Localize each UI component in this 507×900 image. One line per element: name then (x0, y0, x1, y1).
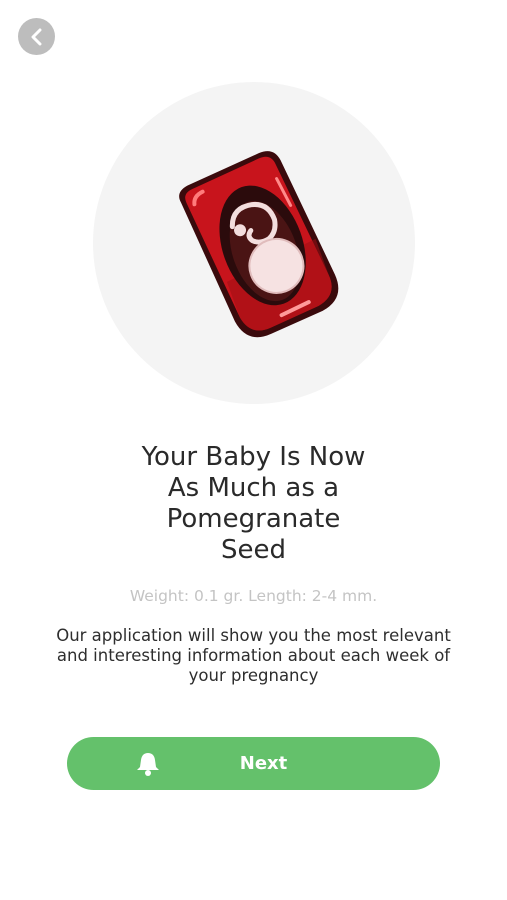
description-line-1: Our application will show you the most r… (56, 626, 451, 645)
description-text: Our application will show you the most r… (20, 626, 487, 686)
pomegranate-seed-illustration (179, 151, 339, 338)
description-line-3: your pregnancy (188, 666, 319, 685)
next-button[interactable]: Next (67, 737, 440, 790)
description-line-2: and interesting information about each w… (56, 646, 451, 665)
title-line-1: Your Baby Is Now (141, 442, 366, 472)
baby-measurements: Weight: 0.1 gr. Length: 2-4 mm. (129, 587, 378, 605)
title-line-4: Seed (221, 535, 286, 565)
next-button-label: Next (239, 753, 288, 774)
chevron-left-icon (31, 28, 41, 45)
title-line-3: Pomegranate (166, 504, 341, 534)
page-title: Your Baby Is Now As Much as a Pomegranat… (0, 442, 507, 566)
back-button[interactable] (18, 18, 55, 55)
title-line-2: As Much as a (167, 473, 340, 503)
